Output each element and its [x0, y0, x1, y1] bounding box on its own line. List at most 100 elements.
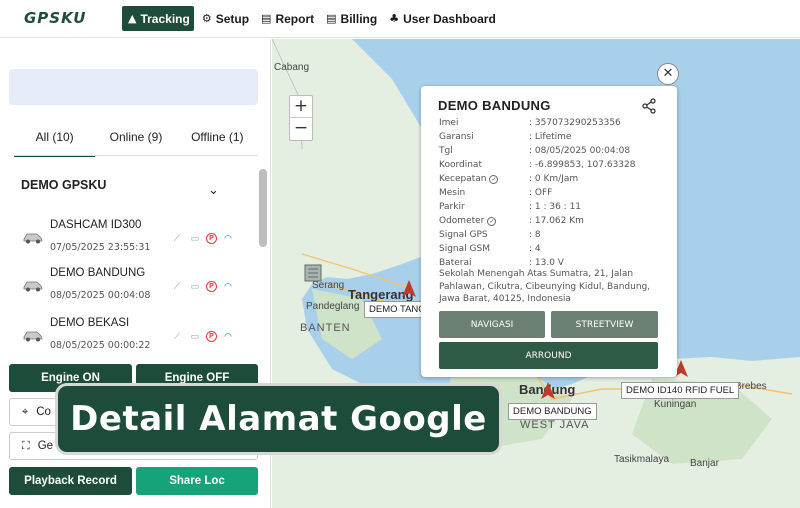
device-time: 08/05/2025 00:04:08	[50, 290, 151, 301]
address-text: Sekolah Menengah Atas Sumatra, 21, Jalan…	[439, 269, 651, 304]
vehicle-marker-icon[interactable]	[539, 381, 557, 401]
parking-icon: P	[206, 280, 217, 292]
tabs-divider	[14, 155, 258, 156]
playback-record-button[interactable]: Playback Record	[9, 467, 132, 495]
logo[interactable]: GPSKU	[24, 9, 86, 27]
share-icon[interactable]	[641, 98, 657, 114]
nav-setup[interactable]: ⚙ Setup	[196, 6, 255, 31]
map-label: BANTEN	[300, 322, 351, 334]
detail-row: Kecepatan ✓: 0 Km/Jam	[439, 174, 578, 184]
map-label: Cabang	[274, 62, 310, 73]
nav-user-dashboard-label: User Dashboard	[403, 11, 496, 26]
detail-row: Parkir : 1 : 36 : 11	[439, 202, 581, 212]
device-detail-popup: DEMO BANDUNG Imei: 357073290253356 Garan…	[421, 86, 677, 377]
detail-row: Odometer ✓ : 17.062 Km	[439, 216, 584, 226]
map-label: WEST JAVA	[520, 419, 590, 431]
geofence-button-label: Ge	[37, 440, 54, 452]
device-time: 07/05/2025 23:55:31	[50, 242, 151, 253]
tab-online[interactable]: Online (9)	[95, 127, 176, 157]
detail-value: : -6.899853, 107.63328	[529, 160, 636, 170]
detail-value: : 13.0 V	[529, 258, 564, 268]
detail-value: : 17.062 Km	[529, 216, 584, 226]
detail-value: : 1 : 36 : 11	[529, 202, 582, 212]
arround-button[interactable]: ARROUND	[439, 342, 658, 369]
map-label: Kuningan	[654, 399, 697, 410]
vehicle-icon: ▭	[190, 232, 200, 243]
device-tabs: All (10) Online (9) Offline (1)	[14, 127, 258, 157]
detail-value: : 08/05/2025 00:04:08	[529, 146, 631, 156]
map-label: Brebes	[735, 381, 767, 392]
search-input[interactable]	[9, 69, 258, 105]
caption-text: Detail Alamat Google	[70, 399, 487, 439]
trend-icon: ⟋	[173, 232, 181, 243]
document-icon: ▤	[261, 12, 272, 25]
pin-label-demo-bandung[interactable]: DEMO BANDUNG	[508, 403, 597, 420]
center-button-label: Co	[36, 406, 51, 418]
detail-value: : Lifetime	[529, 132, 572, 142]
list-item[interactable]: DASHCAM ID300 07/05/2025 23:55:31 ⟋ ▭ P …	[20, 218, 260, 262]
zoom-in-button[interactable]: +	[290, 96, 312, 118]
close-icon[interactable]: ✕	[657, 63, 679, 85]
detail-row: Baterai : 13.0 V	[439, 258, 564, 268]
signal-icon: ◠	[224, 330, 232, 341]
detail-label: Garansi	[439, 132, 474, 142]
detail-row: Signal GSM: 4	[439, 244, 541, 254]
vehicle-icon: ▭	[190, 330, 200, 341]
signal-icon: ◠	[224, 280, 232, 291]
detail-label: Koordinat	[439, 160, 482, 170]
nav-user-dashboard[interactable]: ♣ User Dashboard	[383, 6, 502, 31]
detail-label: Baterai	[439, 258, 472, 268]
nav-report-label: Report	[275, 11, 315, 26]
detail-value: : 0 Km/Jam	[529, 174, 579, 184]
car-icon	[23, 281, 43, 292]
streetview-button[interactable]: STREETVIEW	[551, 311, 658, 338]
trend-icon: ⟋	[173, 280, 181, 291]
nav-billing[interactable]: ▤ Billing	[320, 6, 383, 31]
map-label: Banjar	[690, 458, 719, 469]
pin-label-demo-id140[interactable]: DEMO ID140 RFID FUEL	[621, 382, 740, 399]
navigation-arrow-icon: ▲	[128, 12, 137, 25]
location-pin-icon: ⌖	[22, 405, 29, 418]
detail-label: Signal GPS	[439, 230, 488, 240]
detail-value: : OFF	[529, 188, 553, 198]
map-label: Tasikmalaya	[614, 454, 670, 465]
list-item[interactable]: DEMO BANDUNG 08/05/2025 00:04:08 ⟋ ▭ P ◠	[20, 266, 260, 310]
nav-billing-label: Billing	[340, 11, 378, 26]
nav-setup-label: Setup	[215, 11, 250, 26]
detail-row: Tgl: 08/05/2025 00:04:08	[439, 146, 630, 156]
detail-label: Odometer	[439, 216, 485, 226]
device-name: DASHCAM ID300	[50, 219, 142, 231]
vehicle-marker-icon[interactable]	[400, 279, 418, 299]
device-name: DEMO BANDUNG	[50, 267, 146, 279]
billing-icon: ▤	[326, 12, 337, 25]
popup-title: DEMO BANDUNG	[438, 98, 551, 113]
detail-value: : 4	[529, 244, 541, 254]
detail-label: Kecepatan	[439, 174, 487, 184]
trend-icon: ⟋	[173, 330, 181, 341]
odometer-icon: ✓	[487, 217, 497, 226]
gear-icon: ⚙	[201, 12, 212, 25]
chevron-down-icon[interactable]: ⌄	[208, 183, 219, 198]
tab-offline[interactable]: Offline (1)	[177, 127, 258, 157]
tab-all[interactable]: All (10)	[14, 127, 96, 157]
detail-label: Parkir	[439, 202, 465, 212]
list-item[interactable]: DEMO BEKASI 08/05/2025 00:00:22 ⟋ ▭ P ◠	[20, 316, 260, 360]
vehicle-icon: ▭	[190, 280, 200, 291]
zoom-out-button[interactable]: −	[290, 118, 312, 140]
nav-report[interactable]: ▤ Report	[255, 6, 320, 31]
top-bar: GPSKU ▲ Tracking ⚙ Setup ▤ Report ▤ Bill…	[0, 0, 800, 38]
detail-label: Imei	[439, 118, 459, 128]
navigasi-button[interactable]: NAVIGASI	[439, 311, 545, 338]
main-nav: ▲ Tracking ⚙ Setup ▤ Report ▤ Billing ♣ …	[122, 6, 502, 31]
detail-value: : 8	[529, 230, 541, 240]
nav-tracking[interactable]: ▲ Tracking	[122, 6, 194, 31]
detail-row: Garansi : Lifetime	[439, 132, 571, 142]
group-title[interactable]: DEMO GPSKU	[21, 178, 106, 192]
share-loc-button[interactable]: Share Loc	[136, 467, 258, 495]
device-time: 08/05/2025 00:00:22	[50, 340, 151, 351]
detail-label: Mesin	[439, 188, 466, 198]
zoom-control: + −	[289, 95, 313, 141]
scrollbar[interactable]	[259, 169, 267, 247]
parking-icon: P	[206, 330, 217, 342]
detail-row: Imei: 357073290253356	[439, 118, 621, 128]
